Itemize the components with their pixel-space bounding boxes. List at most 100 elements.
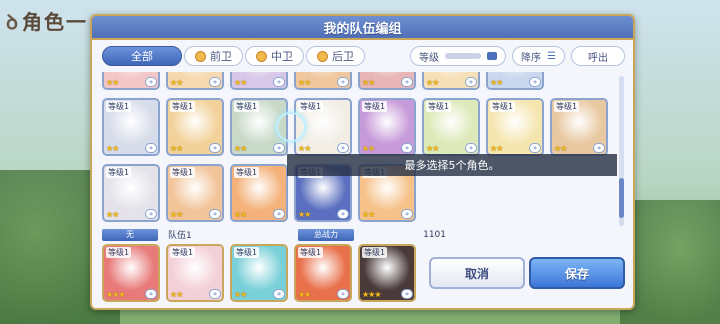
team-member-card[interactable]: 等级1 ★★ »: [166, 244, 224, 302]
position-filter-tabs: 全部 前卫 中卫 后卫: [102, 46, 365, 68]
roster-card[interactable]: ★★ »: [294, 72, 352, 90]
level-label: 等级1: [234, 101, 260, 112]
team-member-slots: 等级1 ★★★ » 等级1 ★★ » 等级1 ★★ » 等级1 ★★ » 等级1 ★★★ »: [102, 244, 432, 304]
roster-card[interactable]: ★★ »: [486, 72, 544, 90]
rarity-stars: ★★: [234, 290, 247, 299]
swirl-icon: ꝺ: [6, 10, 20, 34]
rarity-stars: ★★: [490, 78, 503, 87]
detail-arrow-icon[interactable]: »: [209, 289, 221, 299]
save-button[interactable]: 保存: [529, 257, 625, 289]
roster-card[interactable]: 等级1 ★★ »: [358, 98, 416, 156]
roster-card[interactable]: 等级1 ★★ »: [102, 164, 160, 222]
filter-tab-middle[interactable]: 中卫: [245, 46, 304, 66]
detail-arrow-icon[interactable]: »: [145, 209, 157, 219]
team-member-card[interactable]: 等级1 ★★★ »: [102, 244, 160, 302]
character-roster: ★★ » ★★ » ★★ » ★★ » ★★ » ★★ » ★★ » 等级1 ★★ » 等级1 ★★ » 等级1 ★★ » 等…: [102, 72, 622, 234]
dialog-title: 我的队伍编组: [323, 21, 402, 37]
rarity-stars: ★★: [170, 78, 183, 87]
detail-arrow-icon[interactable]: »: [273, 77, 285, 87]
detail-arrow-icon[interactable]: »: [401, 289, 413, 299]
rarity-stars: ★★: [298, 78, 311, 87]
rarity-stars: ★★: [298, 144, 311, 153]
roster-card[interactable]: 等级1 ★★ »: [166, 164, 224, 222]
selection-limit-toast: 最多选择5个角色。: [287, 154, 617, 176]
rarity-stars: ★★: [554, 144, 567, 153]
team-badge: 无: [102, 228, 158, 241]
rarity-stars: ★★★: [106, 290, 125, 299]
dialog-header: 我的队伍编组: [92, 16, 633, 40]
rarity-stars: ★★: [426, 78, 439, 87]
detail-arrow-icon[interactable]: »: [273, 289, 285, 299]
detail-arrow-icon[interactable]: »: [209, 77, 221, 87]
background-trees-right: [620, 200, 720, 324]
rarity-stars: ★★: [298, 290, 311, 299]
detail-arrow-icon[interactable]: »: [145, 143, 157, 153]
filter-tab-front[interactable]: 前卫: [184, 46, 243, 66]
roster-card[interactable]: 等级1 ★★ »: [550, 98, 608, 156]
roster-scrollbar[interactable]: [619, 76, 624, 226]
detail-arrow-icon[interactable]: »: [209, 209, 221, 219]
team-member-card[interactable]: 等级1 ★★ »: [230, 244, 288, 302]
level-label: 等级1: [106, 167, 132, 178]
team-info-bar: 无 队伍1 总战力 1101: [102, 228, 448, 241]
level-label: 等级1: [554, 101, 580, 112]
level-label: 等级1: [426, 101, 452, 112]
rarity-stars: ★★: [362, 78, 375, 87]
level-label: 等级1: [298, 101, 324, 112]
rarity-stars: ★★: [490, 144, 503, 153]
detail-arrow-icon[interactable]: »: [529, 77, 541, 87]
team-member-card[interactable]: 等级1 ★★ »: [294, 244, 352, 302]
toggle-icon: [487, 52, 498, 60]
total-power-value: 1101: [423, 229, 446, 240]
rarity-stars: ★★: [426, 144, 439, 153]
rarity-stars: ★★: [234, 78, 247, 87]
filter-tab-back[interactable]: 后卫: [306, 46, 365, 66]
roster-card[interactable]: ★★ »: [358, 72, 416, 90]
detail-arrow-icon[interactable]: »: [465, 143, 477, 153]
detail-arrow-icon[interactable]: »: [273, 143, 285, 153]
rarity-stars: ★★: [362, 144, 375, 153]
detail-arrow-icon[interactable]: »: [337, 77, 349, 87]
detail-arrow-icon[interactable]: »: [209, 143, 221, 153]
rarity-stars: ★★: [170, 210, 183, 219]
roster-card[interactable]: 等级1 ★★ »: [230, 164, 288, 222]
roster-card[interactable]: 等级1 ★★ »: [166, 98, 224, 156]
detail-arrow-icon[interactable]: »: [273, 209, 285, 219]
level-label: 等级1: [106, 247, 132, 258]
team-member-card[interactable]: 等级1 ★★★ »: [358, 244, 416, 302]
detail-arrow-icon[interactable]: »: [337, 289, 349, 299]
filter-tab-all[interactable]: 全部: [102, 46, 182, 66]
detail-arrow-icon[interactable]: »: [529, 143, 541, 153]
detail-arrow-icon[interactable]: »: [401, 143, 413, 153]
roster-card[interactable]: 等级1 ★★ »: [486, 98, 544, 156]
total-power-label: 总战力: [298, 228, 354, 241]
level-label: 等级1: [362, 247, 388, 258]
detail-arrow-icon[interactable]: »: [337, 209, 349, 219]
sort-by-level-button[interactable]: 等级: [410, 46, 507, 66]
cancel-button[interactable]: 取消: [429, 257, 525, 289]
detail-arrow-icon[interactable]: »: [465, 77, 477, 87]
detail-arrow-icon[interactable]: »: [145, 289, 157, 299]
detail-arrow-icon[interactable]: »: [337, 143, 349, 153]
roster-card[interactable]: ★★ »: [422, 72, 480, 90]
roster-card[interactable]: 等级1 ★★ »: [422, 98, 480, 156]
position-icon: [317, 50, 328, 62]
team-name: 队伍1: [168, 231, 192, 241]
detail-arrow-icon[interactable]: »: [145, 77, 157, 87]
roster-card[interactable]: ★★ »: [102, 72, 160, 90]
sort-lines-icon: ☰: [547, 50, 556, 62]
level-slider: [445, 53, 482, 59]
roster-card[interactable]: ★★ »: [230, 72, 288, 90]
detail-arrow-icon[interactable]: »: [593, 143, 605, 153]
detail-arrow-icon[interactable]: »: [401, 77, 413, 87]
call-out-button[interactable]: 呼出: [571, 46, 625, 66]
level-label: 等级1: [106, 101, 132, 112]
roster-card[interactable]: ★★ »: [166, 72, 224, 90]
roster-card[interactable]: 等级1 ★★ »: [102, 98, 160, 156]
sort-order-button[interactable]: 降序 ☰: [512, 46, 565, 66]
detail-arrow-icon[interactable]: »: [401, 209, 413, 219]
level-label: 等级1: [170, 247, 196, 258]
level-label: 等级1: [234, 167, 260, 178]
scroll-thumb[interactable]: [619, 178, 624, 218]
level-label: 等级1: [170, 167, 196, 178]
